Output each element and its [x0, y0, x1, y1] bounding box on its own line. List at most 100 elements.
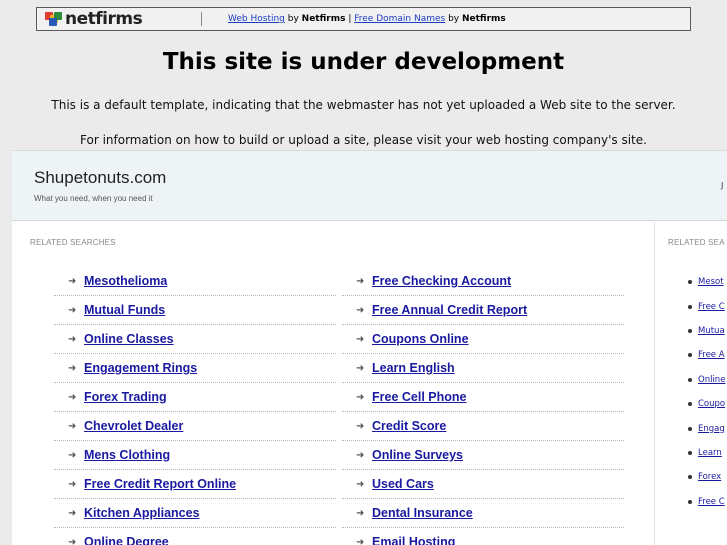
- search-link[interactable]: Credit Score: [372, 419, 446, 433]
- notice-default-template: This is a default template, indicating t…: [51, 98, 676, 112]
- list-item: ➜ Coupons Online: [342, 325, 624, 354]
- list-item: ➜ Credit Score: [342, 412, 624, 441]
- brand-text: Netfirms: [461, 14, 506, 24]
- list-item: ➜ Online Degree: [54, 528, 336, 545]
- side-list-item: Free C: [688, 294, 725, 318]
- dot-icon: [688, 475, 692, 480]
- search-link[interactable]: Mesothelioma: [84, 274, 167, 288]
- search-link[interactable]: Online Degree: [84, 535, 169, 545]
- dot-icon: [688, 426, 692, 431]
- side-list-item: Mutua: [688, 319, 725, 343]
- notice-hosting-info: For information on how to build or uploa…: [80, 133, 647, 147]
- arrow-right-icon: ➜: [68, 420, 77, 432]
- list-item: ➜ Free Annual Credit Report: [342, 296, 624, 325]
- header-right-text: J: [721, 181, 724, 190]
- side-list-item: Free C: [688, 490, 725, 514]
- separator: |: [345, 14, 355, 24]
- search-link[interactable]: Free Checking Account: [372, 274, 511, 288]
- search-link[interactable]: Email Hosting: [372, 535, 455, 545]
- side-list-item: Coupo: [688, 392, 725, 416]
- arrow-right-icon: ➜: [356, 362, 365, 374]
- side-search-link[interactable]: Mesot: [698, 277, 724, 287]
- dot-icon: [688, 402, 692, 407]
- list-item: ➜ Free Credit Report Online: [54, 470, 336, 499]
- arrow-right-icon: ➜: [356, 420, 365, 432]
- list-item: ➜ Mens Clothing: [54, 441, 336, 470]
- side-search-link[interactable]: Mutua: [698, 326, 725, 336]
- site-tagline: What you need, when you need it: [34, 194, 153, 203]
- web-hosting-link[interactable]: Web Hosting: [228, 14, 285, 24]
- side-list-item: Forex: [688, 465, 725, 489]
- arrow-right-icon: ➜: [68, 391, 77, 403]
- search-link[interactable]: Free Annual Credit Report: [372, 303, 527, 317]
- related-searches-main: RELATED SEARCHES ➜ Mesothelioma ➜ Mutual F…: [12, 222, 655, 545]
- related-searches-side: RELATED SEA Mesot Free C Mutua Free A On…: [656, 222, 727, 545]
- search-link[interactable]: Used Cars: [372, 477, 434, 491]
- arrow-right-icon: ➜: [356, 507, 365, 519]
- list-item: ➜ Online Classes: [54, 325, 336, 354]
- list-item: ➜ Kitchen Appliances: [54, 499, 336, 528]
- list-item: ➜ Online Surveys: [342, 441, 624, 470]
- arrow-right-icon: ➜: [356, 478, 365, 490]
- topbar-links: Web Hosting by Netfirms | Free Domain Na…: [228, 14, 506, 24]
- search-link[interactable]: Free Credit Report Online: [84, 477, 236, 491]
- search-link[interactable]: Chevrolet Dealer: [84, 419, 183, 433]
- side-search-link[interactable]: Learn: [698, 448, 722, 458]
- side-search-link[interactable]: Engag: [698, 424, 725, 434]
- arrow-right-icon: ➜: [356, 304, 365, 316]
- list-item: ➜ Engagement Rings: [54, 354, 336, 383]
- links-left-column: ➜ Mesothelioma ➜ Mutual Funds ➜ Online Clas…: [54, 267, 336, 545]
- arrow-right-icon: ➜: [68, 507, 77, 519]
- arrow-right-icon: ➜: [356, 536, 365, 545]
- list-item: ➜ Mesothelioma: [54, 267, 336, 296]
- side-search-link[interactable]: Free C: [698, 302, 725, 312]
- search-link[interactable]: Engagement Rings: [84, 361, 197, 375]
- brand-text: Netfirms: [301, 14, 346, 24]
- search-link[interactable]: Forex Trading: [84, 390, 167, 404]
- netfirms-logo[interactable]: netfirms: [37, 8, 177, 30]
- dot-icon: [688, 377, 692, 382]
- free-domain-names-link[interactable]: Free Domain Names: [354, 14, 445, 24]
- netfirms-banner: netfirms Web Hosting by Netfirms | Free …: [36, 7, 691, 31]
- list-item: ➜ Free Cell Phone: [342, 383, 624, 412]
- side-search-link[interactable]: Coupo: [698, 399, 725, 409]
- dot-icon: [688, 499, 692, 504]
- parked-page-frame: Shupetonuts.com What you need, when you …: [12, 150, 727, 545]
- search-link[interactable]: Free Cell Phone: [372, 390, 466, 404]
- search-link[interactable]: Coupons Online: [372, 332, 469, 346]
- arrow-right-icon: ➜: [356, 391, 365, 403]
- related-searches-label: RELATED SEARCHES: [30, 238, 116, 247]
- side-search-link[interactable]: Free C: [698, 497, 725, 507]
- search-link[interactable]: Learn English: [372, 361, 455, 375]
- arrow-right-icon: ➜: [68, 536, 77, 545]
- side-search-link[interactable]: Free A: [698, 350, 725, 360]
- by-text: by: [284, 14, 302, 24]
- side-search-link[interactable]: Online: [698, 375, 725, 385]
- dot-icon: [688, 304, 692, 309]
- list-item: ➜ Forex Trading: [54, 383, 336, 412]
- dot-icon: [688, 328, 692, 333]
- search-link[interactable]: Mutual Funds: [84, 303, 165, 317]
- arrow-right-icon: ➜: [68, 275, 77, 287]
- arrow-right-icon: ➜: [68, 449, 77, 461]
- search-link[interactable]: Dental Insurance: [372, 506, 473, 520]
- arrow-right-icon: ➜: [356, 275, 365, 287]
- side-list-item: Online: [688, 368, 725, 392]
- parked-header: Shupetonuts.com What you need, when you …: [12, 151, 727, 221]
- arrow-right-icon: ➜: [68, 304, 77, 316]
- list-item: ➜ Chevrolet Dealer: [54, 412, 336, 441]
- side-list-item: Engag: [688, 416, 725, 440]
- search-link[interactable]: Mens Clothing: [84, 448, 170, 462]
- side-search-link[interactable]: Forex: [698, 472, 721, 482]
- list-item: ➜ Used Cars: [342, 470, 624, 499]
- search-link[interactable]: Online Classes: [84, 332, 174, 346]
- list-item: ➜ Email Hosting: [342, 528, 624, 545]
- arrow-right-icon: ➜: [68, 478, 77, 490]
- search-link[interactable]: Kitchen Appliances: [84, 506, 200, 520]
- arrow-right-icon: ➜: [68, 333, 77, 345]
- side-links: Mesot Free C Mutua Free A Online Coupo E…: [688, 270, 725, 514]
- search-link[interactable]: Online Surveys: [372, 448, 463, 462]
- list-item: ➜ Learn English: [342, 354, 624, 383]
- logo-text: netfirms: [65, 9, 143, 29]
- site-title[interactable]: Shupetonuts.com: [34, 168, 166, 188]
